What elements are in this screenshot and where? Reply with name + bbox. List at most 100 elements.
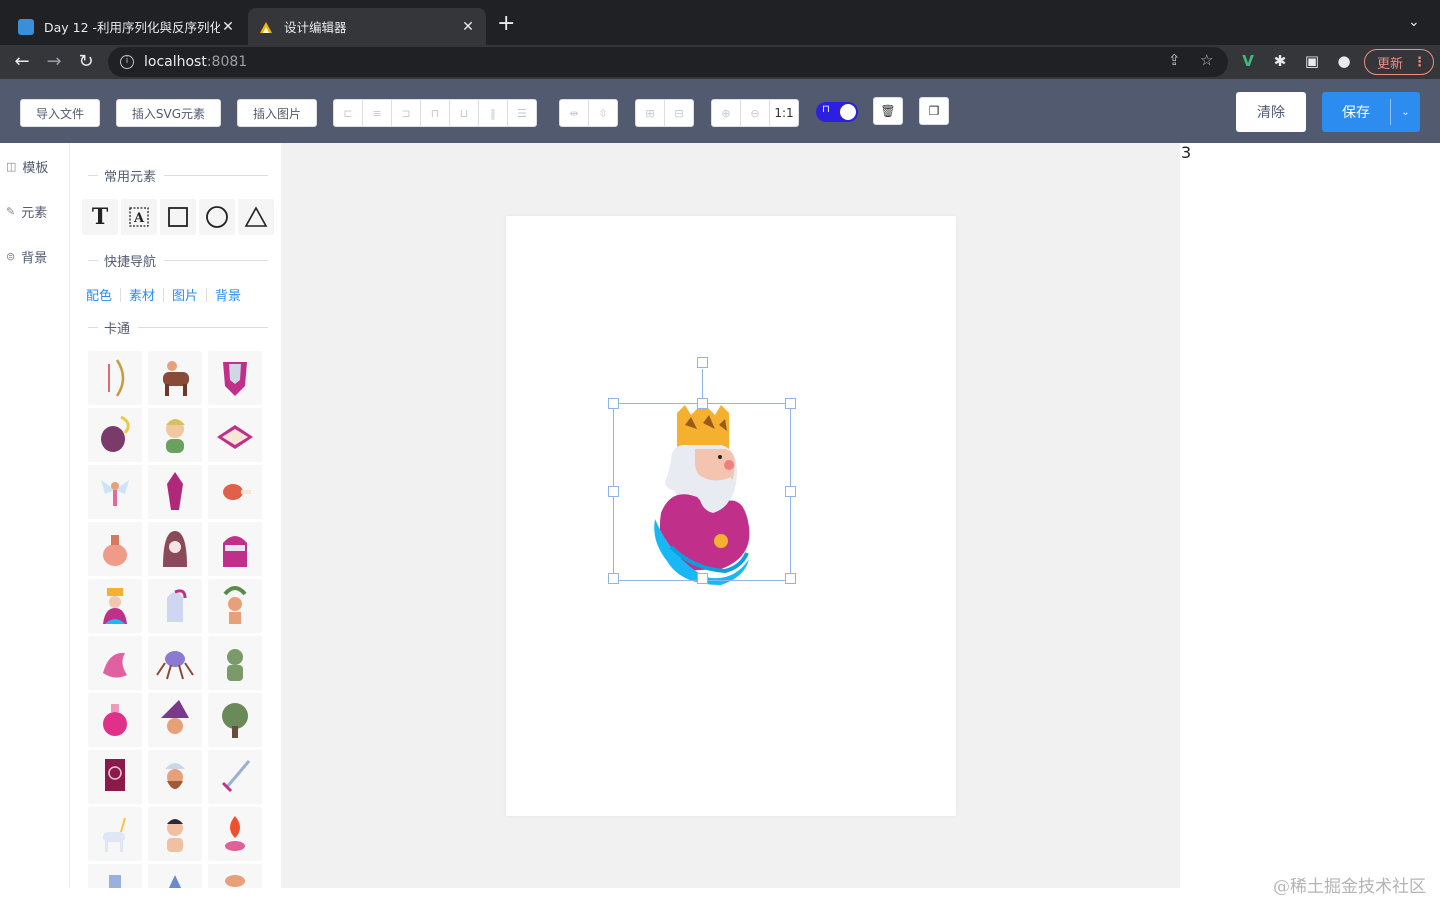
rectangle-icon[interactable] bbox=[160, 199, 196, 235]
align-top-icon[interactable]: ⊓ bbox=[420, 99, 450, 127]
text-icon[interactable]: T bbox=[82, 199, 118, 235]
hooded-skull-icon[interactable] bbox=[148, 522, 202, 576]
profile-avatar-icon[interactable]: ● bbox=[1334, 51, 1354, 71]
rail-item-elements[interactable]: ✎ 元素 bbox=[6, 202, 47, 221]
zoom-reset-button[interactable]: 1:1 bbox=[769, 99, 799, 127]
align-left-icon[interactable]: ⊏ bbox=[333, 99, 363, 127]
new-tab-icon[interactable]: + bbox=[497, 12, 515, 36]
insert-image-button[interactable]: 插入图片 bbox=[237, 99, 317, 127]
rail-item-background[interactable]: ⊜ 背景 bbox=[6, 247, 47, 266]
blog-favicon-icon bbox=[18, 18, 34, 35]
helmet-icon[interactable] bbox=[208, 522, 262, 576]
ungroup-icon[interactable]: ⊟ bbox=[664, 99, 694, 127]
rail-label: 模板 bbox=[22, 161, 49, 176]
centaur-icon[interactable] bbox=[148, 351, 202, 405]
rotate-handle[interactable] bbox=[697, 357, 708, 368]
clone-copy-icon[interactable]: ❐ bbox=[919, 97, 949, 125]
armor-icon[interactable] bbox=[208, 351, 262, 405]
chevron-down-icon[interactable]: ⌄ bbox=[1391, 107, 1420, 118]
viking-icon[interactable] bbox=[148, 750, 202, 804]
group-icon[interactable]: ⊞ bbox=[635, 99, 665, 127]
extensions-puzzle-icon[interactable]: ✱ bbox=[1270, 51, 1290, 71]
align-right-icon[interactable]: ⊐ bbox=[391, 99, 421, 127]
resize-handle-top[interactable] bbox=[697, 398, 708, 409]
lock-toggle-switch[interactable]: ⊓ bbox=[816, 102, 858, 122]
medusa-icon[interactable] bbox=[208, 579, 262, 633]
potion-bottle-icon[interactable] bbox=[88, 693, 142, 747]
quick-link-materials[interactable]: 素材 bbox=[129, 285, 155, 304]
bow-icon[interactable] bbox=[88, 351, 142, 405]
close-tab-icon[interactable]: ✕ bbox=[460, 19, 476, 35]
quick-link-background[interactable]: 背景 bbox=[215, 285, 241, 304]
dragon-icon[interactable] bbox=[88, 636, 142, 690]
resize-handle-top-left[interactable] bbox=[608, 398, 619, 409]
flip-horizontal-icon[interactable]: ⇹ bbox=[559, 99, 589, 127]
browser-tab-day12[interactable]: Day 12 -利用序列化與反序列化 ✕ bbox=[8, 8, 246, 45]
fire-hand-icon[interactable] bbox=[208, 807, 262, 861]
zoom-in-icon[interactable]: ⊕ bbox=[711, 99, 741, 127]
vue-devtools-icon[interactable]: V bbox=[1238, 51, 1258, 71]
spider-icon[interactable] bbox=[148, 636, 202, 690]
castle-icon[interactable] bbox=[88, 864, 142, 888]
rail-item-template[interactable]: ◫ 模板 bbox=[6, 157, 48, 176]
insert-svg-button[interactable]: 插入SVG元素 bbox=[116, 99, 221, 127]
sword-icon[interactable] bbox=[208, 750, 262, 804]
witch-icon[interactable] bbox=[148, 693, 202, 747]
quick-link-images[interactable]: 图片 bbox=[172, 285, 198, 304]
mountain-icon[interactable] bbox=[148, 864, 202, 888]
meat-icon[interactable] bbox=[208, 465, 262, 519]
reload-icon[interactable]: ↻ bbox=[74, 50, 98, 74]
flip-button-group: ⇹ ⇳ bbox=[559, 99, 618, 127]
align-center-horizontal-icon[interactable]: ≡ bbox=[362, 99, 392, 127]
spellbook-icon[interactable] bbox=[88, 750, 142, 804]
resize-handle-left[interactable] bbox=[608, 486, 619, 497]
resize-handle-bottom-left[interactable] bbox=[608, 573, 619, 584]
side-panel-icon[interactable]: ▣ bbox=[1302, 51, 1322, 71]
resize-handle-bottom[interactable] bbox=[697, 573, 708, 584]
forward-arrow-icon[interactable]: → bbox=[42, 50, 66, 74]
bookmark-star-icon[interactable]: ☆ bbox=[1200, 51, 1213, 69]
distribute-icon[interactable]: ☰ bbox=[507, 99, 537, 127]
align-bottom-icon[interactable]: ⊔ bbox=[449, 99, 479, 127]
unicorn-icon[interactable] bbox=[88, 807, 142, 861]
back-arrow-icon[interactable]: ← bbox=[10, 50, 34, 74]
heading-text: 快捷导航 bbox=[104, 254, 157, 270]
potion-sack-icon[interactable] bbox=[88, 522, 142, 576]
import-file-button[interactable]: 导入文件 bbox=[20, 99, 100, 127]
resize-handle-right[interactable] bbox=[785, 486, 796, 497]
map-icon[interactable] bbox=[208, 408, 262, 462]
site-info-icon[interactable]: i bbox=[120, 55, 134, 69]
tab-title: 设计编辑器 bbox=[284, 20, 347, 35]
browser-tab-editor[interactable]: 设计编辑器 ✕ bbox=[248, 8, 486, 45]
omnibox-url-input[interactable]: i localhost :8081 ⇪ ☆ bbox=[108, 47, 1228, 77]
browser-update-button[interactable]: 更新 ⋮ bbox=[1364, 49, 1434, 75]
fairy-icon[interactable] bbox=[88, 465, 142, 519]
align-middle-vertical-icon[interactable]: ‖ bbox=[478, 99, 508, 127]
selection-bounding-box[interactable] bbox=[613, 403, 791, 581]
eggplant-moon-icon[interactable] bbox=[88, 408, 142, 462]
flip-vertical-icon[interactable]: ⇳ bbox=[588, 99, 618, 127]
man-portrait-icon[interactable] bbox=[148, 807, 202, 861]
heading-text: 卡通 bbox=[104, 321, 131, 337]
king-thumb-icon[interactable] bbox=[88, 579, 142, 633]
tab-search-chevron-icon[interactable]: ⌄ bbox=[1408, 14, 1420, 30]
hand-icon[interactable] bbox=[208, 864, 262, 888]
clear-button[interactable]: 清除 bbox=[1236, 92, 1306, 132]
resize-handle-top-right[interactable] bbox=[785, 398, 796, 409]
quick-link-colors[interactable]: 配色 bbox=[86, 285, 112, 304]
elf-icon[interactable] bbox=[148, 408, 202, 462]
share-icon[interactable]: ⇪ bbox=[1168, 51, 1181, 69]
circle-icon[interactable] bbox=[199, 199, 235, 235]
tree-icon[interactable] bbox=[208, 693, 262, 747]
save-button[interactable]: 保存 ⌄ bbox=[1322, 92, 1420, 132]
zoom-out-icon[interactable]: ⊖ bbox=[740, 99, 770, 127]
triangle-icon[interactable] bbox=[238, 199, 274, 235]
close-tab-icon[interactable]: ✕ bbox=[220, 19, 236, 35]
orc-icon[interactable] bbox=[208, 636, 262, 690]
resize-handle-bottom-right[interactable] bbox=[785, 573, 796, 584]
delete-trash-icon[interactable]: 🗑 bbox=[873, 97, 903, 125]
knight-icon[interactable] bbox=[148, 579, 202, 633]
canvas-workspace[interactable] bbox=[281, 143, 1180, 888]
crystal-icon[interactable] bbox=[148, 465, 202, 519]
textbox-icon[interactable]: A bbox=[121, 199, 157, 235]
